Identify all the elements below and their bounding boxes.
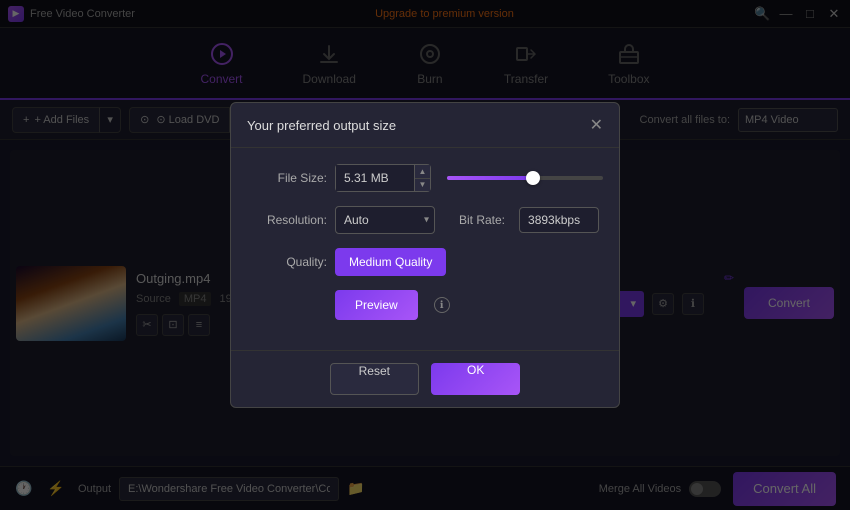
modal-footer: Reset OK (231, 350, 619, 407)
modal-body: File Size: 5.31 MB ▲ ▼ Resolut (231, 148, 619, 350)
file-size-row: File Size: 5.31 MB ▲ ▼ (247, 164, 603, 192)
resolution-bitrate-row: Resolution: Auto ▾ Bit Rate: 3893kbps (247, 206, 603, 234)
ok-button[interactable]: OK (431, 363, 520, 395)
file-size-label: File Size: (247, 171, 327, 185)
modal-title: Your preferred output size (247, 118, 396, 133)
preview-row: Preview ℹ (247, 290, 603, 320)
spin-down[interactable]: ▼ (415, 179, 430, 192)
size-slider-container (447, 164, 603, 192)
size-slider-fill (447, 176, 533, 180)
modal-overlay: Your preferred output size ✕ File Size: … (0, 0, 850, 510)
spin-up[interactable]: ▲ (415, 165, 430, 179)
modal-dialog: Your preferred output size ✕ File Size: … (230, 102, 620, 408)
preview-button[interactable]: Preview (335, 290, 418, 320)
bit-rate-value: 3893kbps (519, 207, 599, 233)
quality-button[interactable]: Medium Quality (335, 248, 446, 276)
size-slider-track (447, 176, 603, 180)
quality-row: Quality: Medium Quality (247, 248, 603, 276)
size-slider-thumb[interactable] (526, 171, 540, 185)
resolution-select[interactable]: Auto (335, 206, 435, 234)
modal-close-button[interactable]: ✕ (590, 115, 603, 135)
bit-rate-label: Bit Rate: (459, 213, 505, 227)
quality-label: Quality: (247, 255, 327, 269)
info-icon[interactable]: ℹ (434, 297, 450, 313)
reset-button[interactable]: Reset (330, 363, 419, 395)
resolution-select-wrapper: Auto ▾ (335, 206, 435, 234)
modal-header: Your preferred output size ✕ (231, 103, 619, 148)
resolution-label: Resolution: (247, 213, 327, 227)
file-size-value: 5.31 MB (335, 164, 415, 192)
file-size-input-group: 5.31 MB ▲ ▼ (335, 164, 431, 192)
file-size-spinner[interactable]: ▲ ▼ (415, 164, 431, 192)
